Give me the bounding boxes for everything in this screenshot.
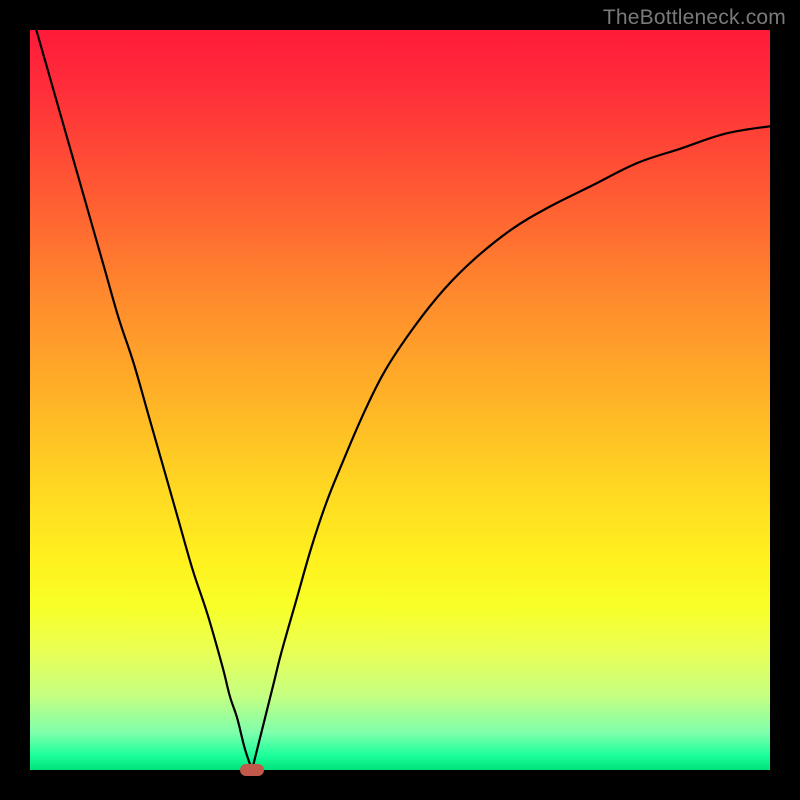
watermark-text: TheBottleneck.com — [603, 6, 786, 30]
plot-area — [30, 30, 770, 770]
curve-left-branch — [30, 30, 252, 770]
curve-layer — [30, 30, 770, 770]
chart-frame: TheBottleneck.com — [0, 0, 800, 800]
minimum-marker — [240, 764, 264, 776]
curve-right-branch — [252, 126, 770, 770]
